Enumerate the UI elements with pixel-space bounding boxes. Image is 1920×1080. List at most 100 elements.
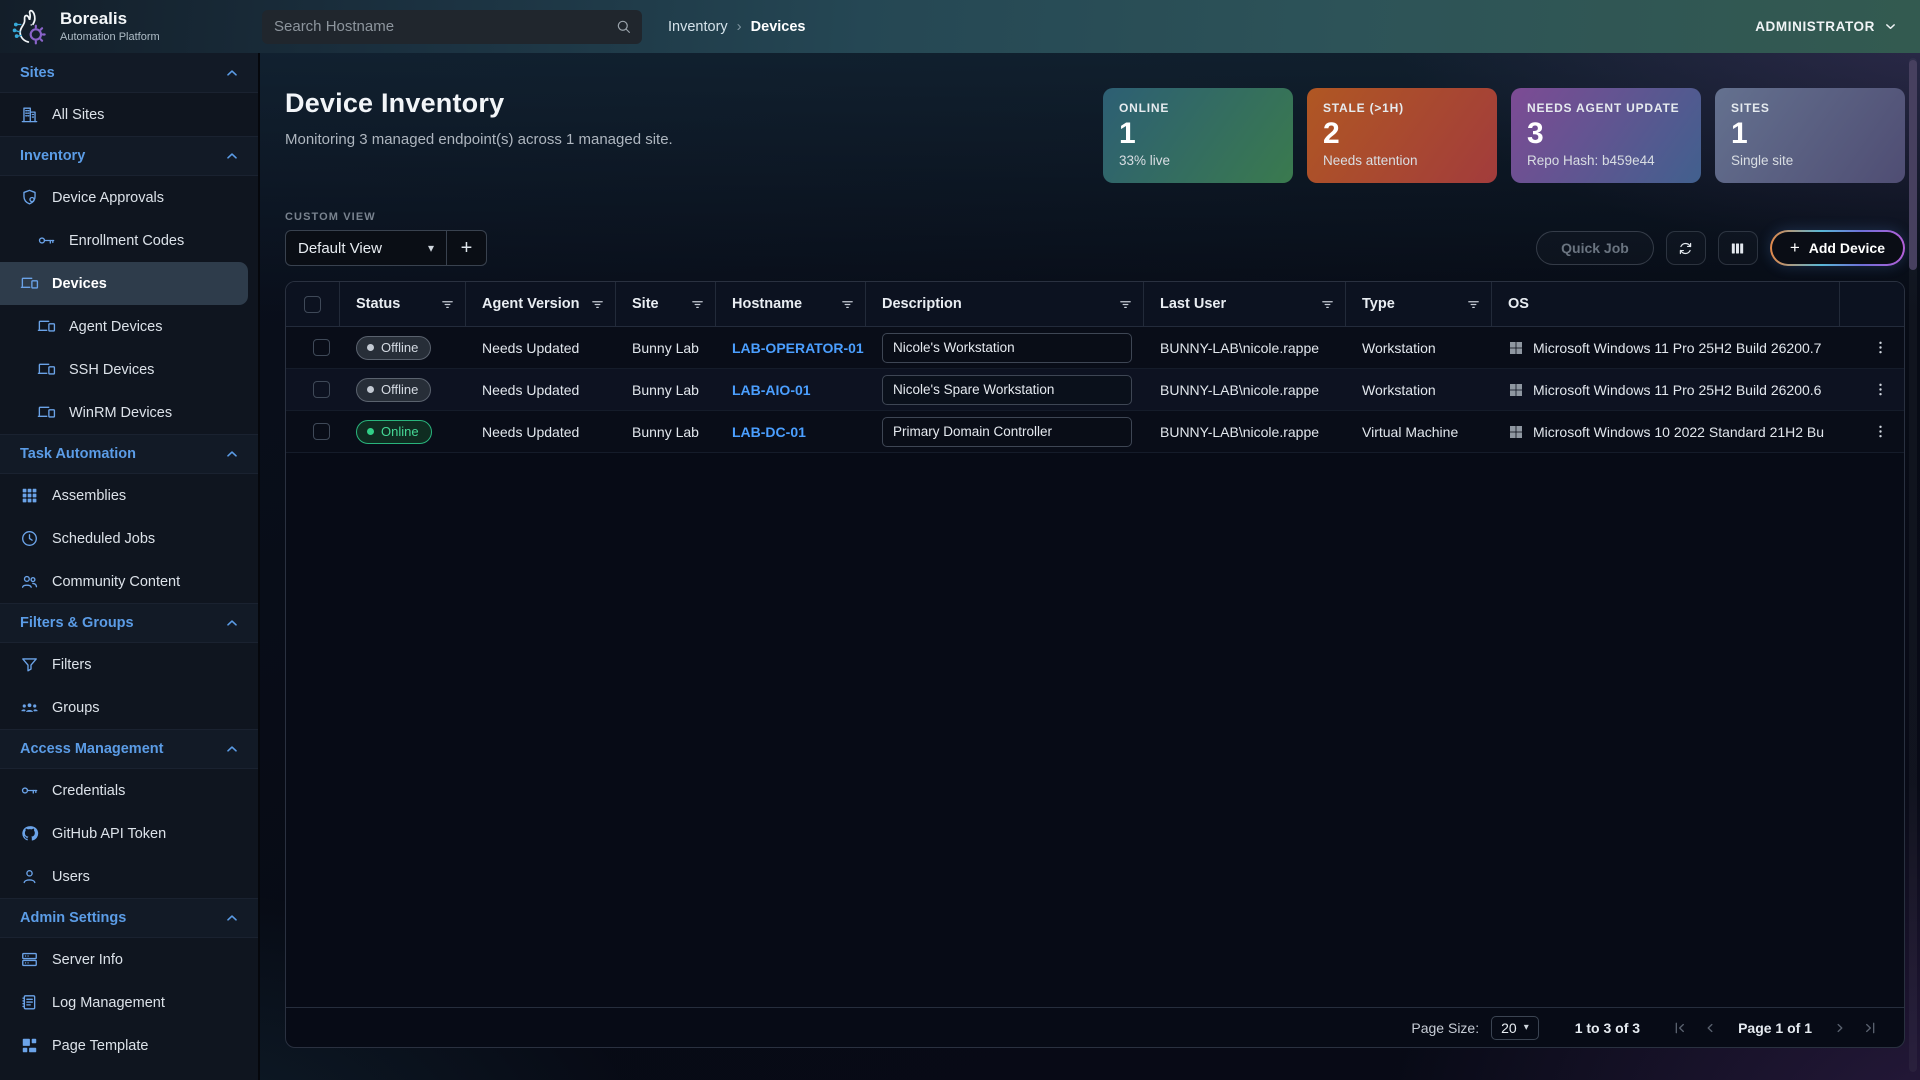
table-row: Offline Needs Updated Bunny Lab LAB-AIO-…	[286, 369, 1904, 411]
sidebar-item-devices[interactable]: Devices	[0, 262, 248, 305]
page-size-select[interactable]: 20 ▾	[1491, 1016, 1539, 1040]
row-menu-button[interactable]	[1867, 419, 1893, 445]
breadcrumb-inventory[interactable]: Inventory	[668, 19, 728, 35]
stat-value: 1	[1731, 116, 1889, 152]
sidebar-item-credentials[interactable]: Credentials	[0, 769, 258, 812]
page-scrollbar	[1909, 58, 1917, 1072]
sidebar-section-inventory[interactable]: Inventory	[0, 136, 258, 176]
brand-subtitle: Automation Platform	[60, 31, 160, 43]
refresh-button[interactable]	[1666, 231, 1706, 265]
type-cell: Virtual Machine	[1346, 424, 1492, 440]
column-header-last-user[interactable]: Last User	[1144, 282, 1346, 326]
hostname-link[interactable]: LAB-AIO-01	[732, 382, 811, 398]
add-view-button[interactable]: +	[447, 230, 487, 266]
sidebar-item-assemblies[interactable]: Assemblies	[0, 474, 258, 517]
last-page-icon[interactable]	[1862, 1020, 1878, 1036]
row-checkbox[interactable]	[313, 339, 330, 356]
table-header: Status Agent Version Site Hostname Descr…	[286, 282, 1904, 327]
sidebar-item-users[interactable]: Users	[0, 855, 258, 898]
column-header-agent-version[interactable]: Agent Version	[466, 282, 616, 326]
filter-icon[interactable]	[1320, 297, 1335, 312]
sidebar-section-admin-settings[interactable]: Admin Settings	[0, 898, 258, 938]
filter-icon[interactable]	[1118, 297, 1133, 312]
hostname-link[interactable]: LAB-DC-01	[732, 424, 806, 440]
stat-label: ONLINE	[1119, 101, 1277, 115]
column-header-site[interactable]: Site	[616, 282, 716, 326]
search-input[interactable]	[274, 18, 615, 35]
chevron-up-icon	[224, 741, 240, 757]
sidebar-item-enrollment-codes[interactable]: Enrollment Codes	[0, 219, 258, 262]
sidebar-section-task-automation[interactable]: Task Automation	[0, 434, 258, 474]
status-badge: Offline	[356, 336, 431, 360]
row-menu-button[interactable]	[1867, 335, 1893, 361]
chevron-up-icon	[224, 910, 240, 926]
description-input[interactable]	[882, 375, 1132, 405]
hostname-link[interactable]: LAB-OPERATOR-01	[732, 340, 864, 356]
kebab-icon	[1872, 339, 1889, 356]
sidebar-item-label: Assemblies	[52, 488, 126, 504]
row-checkbox[interactable]	[313, 381, 330, 398]
sidebar-item-winrm-devices[interactable]: WinRM Devices	[0, 391, 258, 434]
quick-job-button[interactable]: Quick Job	[1536, 231, 1654, 265]
section-label: Task Automation	[20, 446, 136, 462]
next-page-icon[interactable]	[1832, 1020, 1848, 1036]
sidebar-section-sites[interactable]: Sites	[0, 53, 258, 93]
stat-card-needs-agent-update: NEEDS AGENT UPDATE 3 Repo Hash: b459e44	[1511, 88, 1701, 183]
description-input[interactable]	[882, 333, 1132, 363]
key-icon	[20, 781, 39, 800]
user-menu[interactable]: ADMINISTRATOR	[1755, 19, 1898, 34]
sidebar-item-scheduled-jobs[interactable]: Scheduled Jobs	[0, 517, 258, 560]
add-device-button[interactable]: + Add Device	[1770, 230, 1905, 266]
sidebar-item-label: Server Info	[52, 952, 123, 968]
column-header-description[interactable]: Description	[866, 282, 1144, 326]
column-header-os[interactable]: OS	[1492, 282, 1840, 326]
chevron-up-icon	[224, 446, 240, 462]
last-user-cell: BUNNY-LAB\nicole.rappe	[1144, 340, 1346, 356]
chevron-up-icon	[224, 615, 240, 631]
custom-view-selected: Default View	[298, 240, 382, 257]
stat-label: NEEDS AGENT UPDATE	[1527, 101, 1685, 115]
site-cell: Bunny Lab	[616, 382, 716, 398]
sidebar-item-server-info[interactable]: Server Info	[0, 938, 258, 981]
sidebar-item-community-content[interactable]: Community Content	[0, 560, 258, 603]
filter-icon[interactable]	[440, 297, 455, 312]
filter-icon[interactable]	[590, 297, 605, 312]
building-icon	[20, 105, 39, 124]
sidebar-item-ssh-devices[interactable]: SSH Devices	[0, 348, 258, 391]
column-header-hostname[interactable]: Hostname	[716, 282, 866, 326]
row-checkbox[interactable]	[313, 423, 330, 440]
sidebar-section-access-management[interactable]: Access Management	[0, 729, 258, 769]
columns-button[interactable]	[1718, 231, 1758, 265]
sidebar-item-all-sites[interactable]: All Sites	[0, 93, 258, 136]
breadcrumb-devices[interactable]: Devices	[751, 19, 806, 35]
sidebar-item-device-approvals[interactable]: Device Approvals	[0, 176, 258, 219]
description-input[interactable]	[882, 417, 1132, 447]
scrollbar-thumb[interactable]	[1909, 60, 1917, 270]
select-all-checkbox[interactable]	[304, 296, 321, 313]
sidebar-section-filters-groups[interactable]: Filters & Groups	[0, 603, 258, 643]
first-page-icon[interactable]	[1672, 1020, 1688, 1036]
filter-icon[interactable]	[690, 297, 705, 312]
custom-view-select[interactable]: Default View ▾	[285, 230, 447, 266]
sidebar-item-page-template[interactable]: Page Template	[0, 1024, 258, 1067]
hostname-search[interactable]	[262, 10, 642, 44]
filter-icon[interactable]	[840, 297, 855, 312]
row-menu-button[interactable]	[1867, 377, 1893, 403]
user-menu-label: ADMINISTRATOR	[1755, 19, 1875, 34]
stat-sub: 33% live	[1119, 153, 1277, 168]
column-header-status[interactable]: Status	[340, 282, 466, 326]
filter-icon[interactable]	[1466, 297, 1481, 312]
sidebar-item-filters[interactable]: Filters	[0, 643, 258, 686]
github-icon	[20, 824, 39, 843]
column-header-type[interactable]: Type	[1346, 282, 1492, 326]
windows-icon	[1508, 424, 1524, 440]
caret-down-icon: ▾	[1524, 1022, 1529, 1033]
sidebar-item-groups[interactable]: Groups	[0, 686, 258, 729]
previous-page-icon[interactable]	[1702, 1020, 1718, 1036]
sidebar-item-label: GitHub API Token	[52, 826, 166, 842]
sidebar-item-log-management[interactable]: Log Management	[0, 981, 258, 1024]
sidebar-item-github-api-token[interactable]: GitHub API Token	[0, 812, 258, 855]
chevron-up-icon	[224, 148, 240, 164]
chevron-up-icon	[224, 65, 240, 81]
sidebar-item-agent-devices[interactable]: Agent Devices	[0, 305, 258, 348]
